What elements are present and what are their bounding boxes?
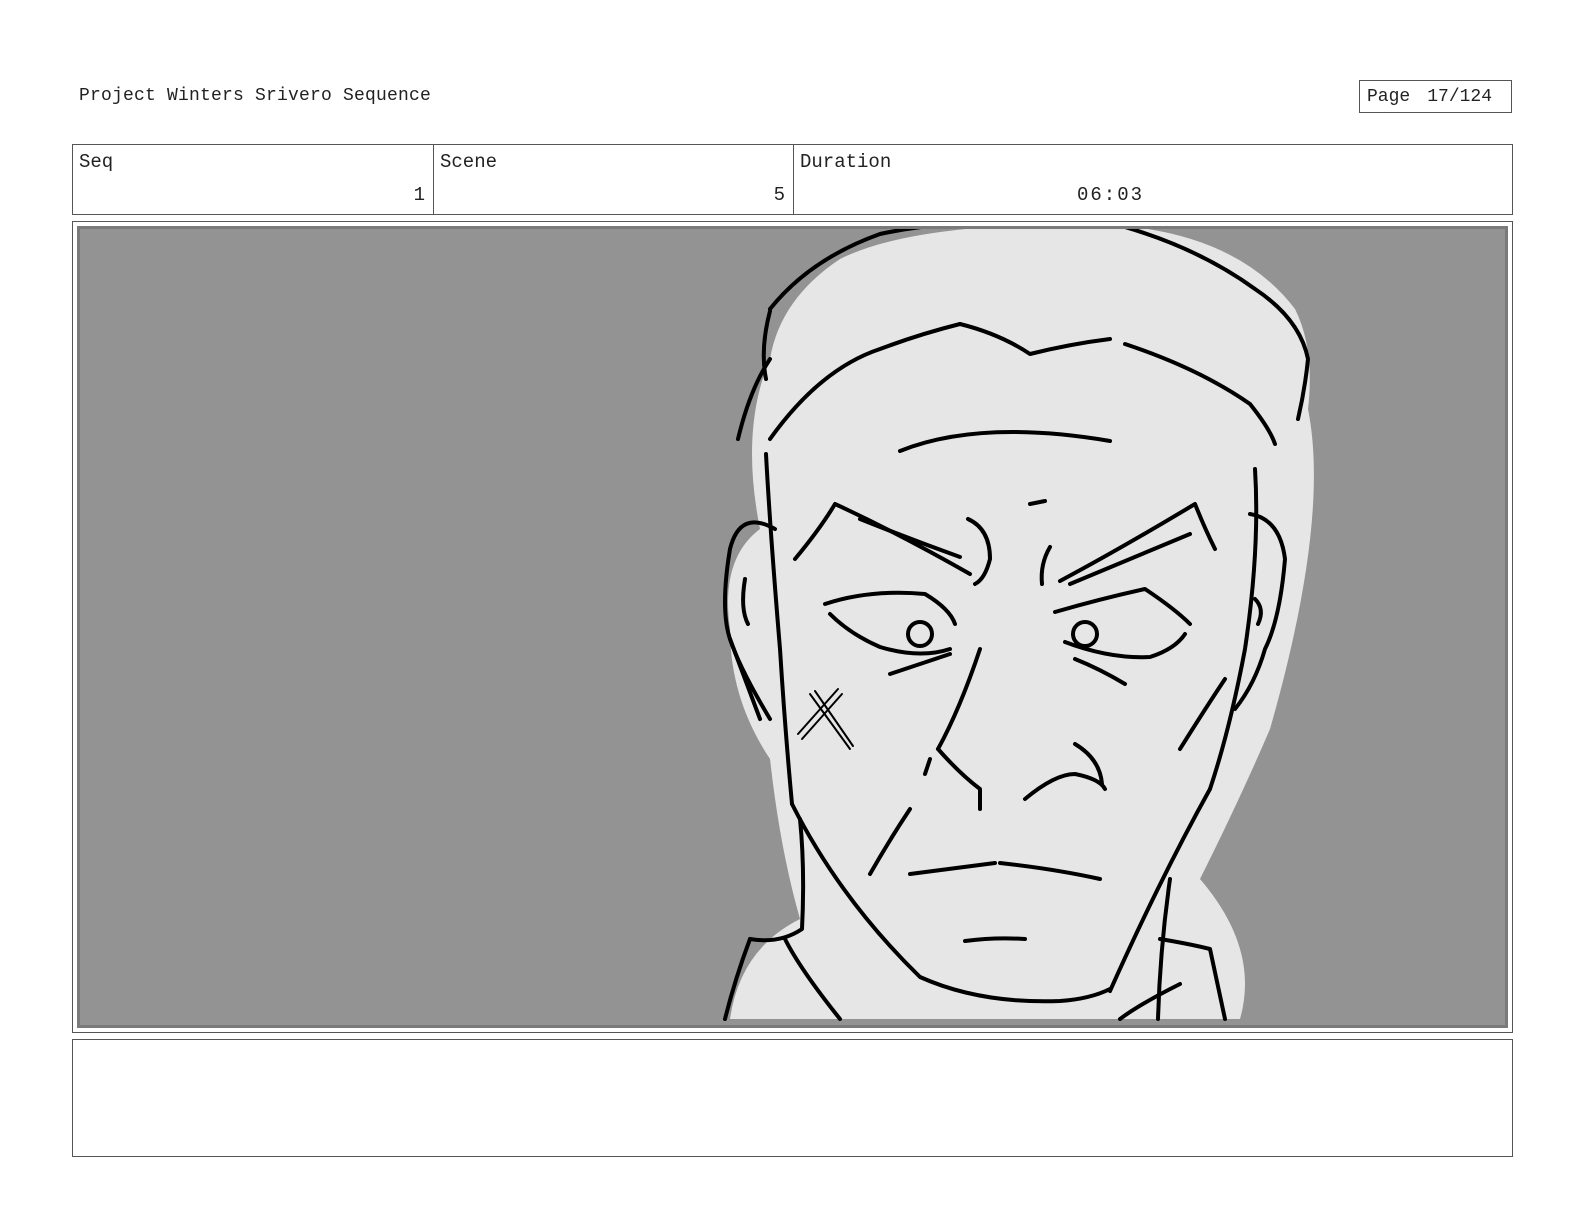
character-sketch: [723, 229, 1314, 1021]
page-label: Page: [1367, 86, 1411, 107]
seq-cell: Seq 1: [73, 145, 434, 214]
storyboard-panel-frame: [72, 221, 1513, 1033]
duration-label: Duration: [800, 151, 892, 173]
storyboard-panel-image: [77, 226, 1508, 1028]
page-indicator: Page 17/124: [1359, 80, 1512, 113]
duration-value: 06:03: [1077, 184, 1145, 206]
duration-cell: Duration 06:03: [794, 145, 1512, 214]
project-title: Project Winters Srivero Sequence: [79, 86, 432, 106]
page-number: 17/124: [1427, 86, 1493, 107]
notes-box: [72, 1039, 1513, 1157]
scene-value: 5: [773, 184, 785, 206]
seq-label: Seq: [79, 151, 114, 173]
scene-cell: Scene 5: [434, 145, 794, 214]
scene-label: Scene: [440, 151, 498, 173]
shot-info-row: Seq 1 Scene 5 Duration 06:03: [72, 144, 1513, 215]
seq-value: 1: [413, 184, 425, 206]
